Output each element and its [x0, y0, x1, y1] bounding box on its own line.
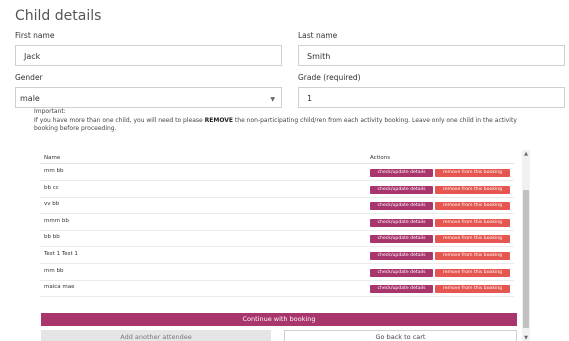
remove-from-booking-button[interactable]: remove from this booking: [435, 285, 510, 294]
table-row: mmm bb check/update details remove from th…: [40, 214, 514, 231]
first-name-label: First name: [15, 31, 55, 40]
column-header-name: Name: [44, 155, 61, 161]
attendees-table: Name Actions mm bb check/update details re…: [40, 150, 520, 302]
scroll-up-arrow-icon[interactable]: ▲: [522, 150, 530, 158]
table-row: vv bb check/update details remove from thi…: [40, 197, 514, 215]
attendee-name: mmm bb: [44, 217, 69, 224]
check-update-details-button[interactable]: check/update details: [370, 218, 433, 227]
table-row: bb bb check/update details remove from thi…: [40, 230, 514, 248]
important-notice: Important: If you have more than one chi…: [34, 108, 534, 134]
table-row: bb cc check/update details remove from thi…: [40, 181, 514, 198]
remove-from-booking-button[interactable]: remove from this booking: [435, 235, 510, 244]
notice-text: If you have more than one child, you wil…: [34, 116, 517, 133]
scrollbar-thumb[interactable]: [523, 190, 529, 328]
chevron-down-icon: ▼: [270, 96, 275, 103]
remove-from-booking-button[interactable]: remove from this booking: [435, 218, 510, 227]
grade-label: Grade (required): [298, 73, 361, 82]
column-header-actions: Actions: [370, 155, 391, 161]
add-attendee-button[interactable]: Add another attendee: [41, 330, 271, 341]
check-update-details-button[interactable]: check/update details: [370, 252, 433, 260]
attendee-name: bb cc: [44, 184, 59, 191]
scroll-down-arrow-icon[interactable]: ▼: [522, 334, 530, 341]
remove-from-booking-button[interactable]: remove from this booking: [435, 268, 510, 277]
notice-emphasis: REMOVE: [204, 116, 233, 124]
attendee-name: maica mae: [44, 284, 75, 291]
continue-booking-button[interactable]: Continue with booking: [41, 313, 517, 326]
section-title: Child details: [15, 8, 102, 24]
last-name-label: Last name: [298, 31, 338, 40]
table-row: Test 1 Test 1 check/update details remove …: [40, 247, 514, 264]
check-update-details-button[interactable]: check/update details: [370, 185, 433, 194]
back-to-cart-button[interactable]: Go back to cart: [284, 330, 517, 341]
remove-from-booking-button[interactable]: remove from this booking: [435, 202, 510, 211]
gender-selected-value: male: [20, 94, 40, 103]
notice-heading: Important:: [34, 108, 66, 115]
attendee-name: vv bb: [44, 201, 60, 208]
remove-from-booking-button[interactable]: remove from this booking: [435, 169, 510, 177]
scrollbar[interactable]: ▲ ▼: [522, 150, 530, 341]
check-update-details-button[interactable]: check/update details: [370, 285, 433, 294]
attendee-name: mm bb: [44, 168, 64, 174]
table-row: maica mae check/update details remove from…: [40, 280, 514, 298]
last-name-field[interactable]: Smith: [298, 45, 565, 66]
check-update-details-button[interactable]: check/update details: [370, 169, 433, 177]
attendee-name: Test 1 Test 1: [44, 251, 78, 257]
gender-select[interactable]: male ▼: [15, 87, 282, 108]
table-row: mm bb check/update details remove from thi…: [40, 264, 514, 281]
grade-field[interactable]: 1: [298, 87, 565, 108]
attendee-name: mm bb: [44, 267, 64, 274]
table-row: mm bb check/update details remove from thi…: [40, 164, 514, 181]
check-update-details-button[interactable]: check/update details: [370, 268, 433, 277]
first-name-field[interactable]: Jack: [15, 45, 282, 66]
gender-label: Gender: [15, 73, 43, 82]
check-update-details-button[interactable]: check/update details: [370, 235, 433, 244]
check-update-details-button[interactable]: check/update details: [370, 202, 433, 211]
table-header: Name Actions: [40, 150, 514, 164]
remove-from-booking-button[interactable]: remove from this booking: [435, 252, 510, 260]
remove-from-booking-button[interactable]: remove from this booking: [435, 185, 510, 194]
attendee-name: bb bb: [44, 234, 60, 241]
